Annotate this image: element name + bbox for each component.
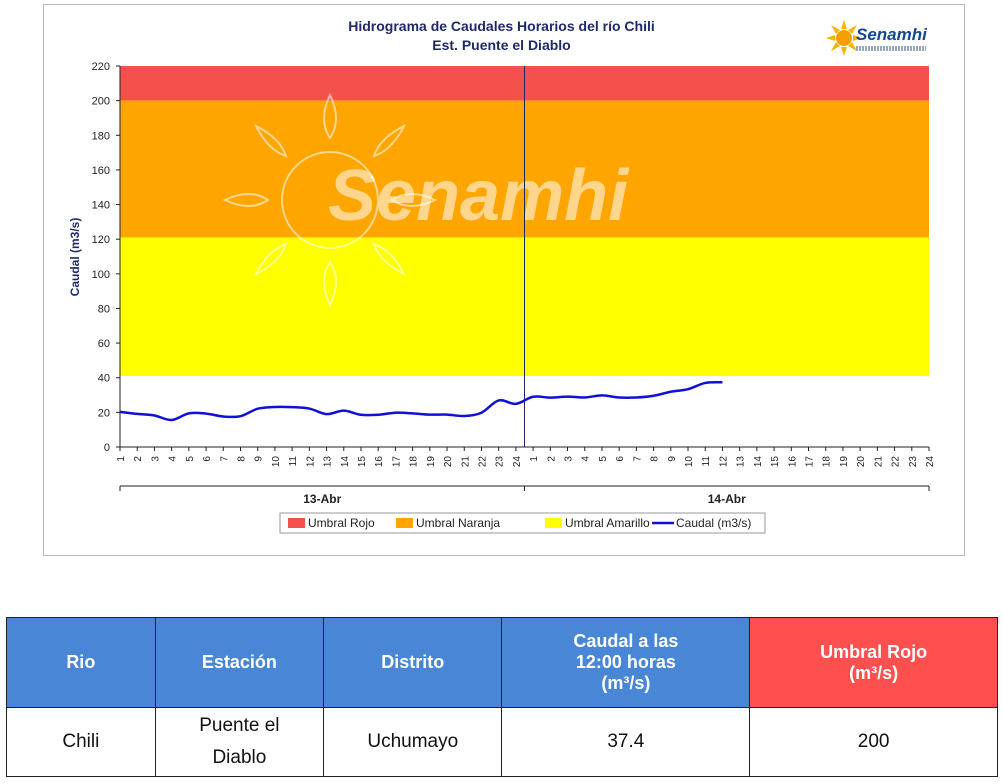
x-tick-label: 19 bbox=[426, 456, 437, 468]
x-tick-label: 14 bbox=[753, 456, 764, 468]
header-umbral-rojo: Umbral Rojo (m³/s) bbox=[749, 617, 998, 708]
x-tick-label: 12 bbox=[718, 456, 729, 468]
table-header-row: Rio Estación Distrito Caudal a las 12:00 … bbox=[6, 617, 998, 708]
legend: Umbral Rojo Umbral Naranja Umbral Amarillo… bbox=[279, 512, 766, 534]
hydrograph-chart: Senamhi 0204060801001201401601802002201 2… bbox=[68, 61, 936, 534]
legend-swatch bbox=[288, 518, 305, 528]
x-tick-label: 22 bbox=[477, 456, 488, 468]
x-tick-label: 15 bbox=[357, 456, 368, 468]
x-tick-label: 13 bbox=[736, 456, 747, 468]
x-tick-label: 21 bbox=[460, 456, 471, 468]
day-label: 14-Abr bbox=[708, 492, 746, 506]
header-caudal: Caudal a las 12:00 horas (m³/s) bbox=[501, 617, 751, 708]
x-tick-label: 1 bbox=[116, 456, 127, 462]
x-tick-label: 10 bbox=[684, 456, 695, 468]
y-tick-label: 140 bbox=[92, 200, 110, 212]
legend-swatch bbox=[545, 518, 562, 528]
x-tick-label: 12 bbox=[305, 456, 316, 468]
x-tick-label: 19 bbox=[839, 456, 850, 468]
cell-estacion: Puente el Diablo bbox=[154, 707, 325, 777]
y-axis-label: Caudal (m3/s) bbox=[68, 218, 82, 297]
x-tick-label: 24 bbox=[512, 456, 523, 468]
x-tick-label: 4 bbox=[168, 456, 179, 462]
x-tick-label: 9 bbox=[254, 456, 265, 462]
x-tick-label: 4 bbox=[581, 456, 592, 462]
x-tick-label: 16 bbox=[374, 456, 385, 468]
x-tick-label: 24 bbox=[925, 456, 936, 468]
y-tick-label: 100 bbox=[92, 269, 110, 281]
series-line-caudal bbox=[119, 380, 723, 422]
cell-distrito: Uchumayo bbox=[323, 707, 503, 777]
series-layer bbox=[119, 380, 723, 422]
station-table: Rio Estación Distrito Caudal a las 12:00 … bbox=[6, 617, 998, 777]
header-estacion: Estación bbox=[154, 617, 325, 708]
legend-label: Umbral Amarillo bbox=[565, 516, 650, 530]
x-tick-label: 6 bbox=[202, 456, 213, 462]
x-tick-label: 11 bbox=[288, 456, 299, 467]
x-tick-label: 1 bbox=[529, 456, 540, 462]
y-tick-label: 80 bbox=[98, 303, 110, 315]
legend-label: Umbral Naranja bbox=[416, 516, 500, 530]
x-tick-label: 17 bbox=[391, 456, 402, 468]
x-tick-label: 13 bbox=[323, 456, 334, 468]
x-tick-label: 7 bbox=[219, 456, 230, 462]
y-tick-label: 180 bbox=[92, 130, 110, 142]
x-tick-label: 5 bbox=[185, 456, 196, 462]
y-tick-label: 220 bbox=[92, 61, 110, 73]
day-label: 13-Abr bbox=[303, 492, 341, 506]
y-tick-label: 120 bbox=[92, 234, 110, 246]
x-tick-label: 2 bbox=[546, 456, 557, 462]
legend-label: Caudal (m3/s) bbox=[676, 516, 751, 530]
x-tick-label: 6 bbox=[615, 456, 626, 462]
x-tick-label: 8 bbox=[650, 456, 661, 462]
y-tick-label: 20 bbox=[98, 407, 110, 419]
y-tick-label: 0 bbox=[104, 442, 110, 454]
legend-label: Umbral Rojo bbox=[308, 516, 375, 530]
x-tick-label: 18 bbox=[822, 456, 833, 468]
y-tick-label: 160 bbox=[92, 165, 110, 177]
x-tick-label: 5 bbox=[598, 456, 609, 462]
y-tick-label: 200 bbox=[92, 96, 110, 108]
cell-umbral-rojo: 200 bbox=[749, 707, 998, 777]
x-tick-label: 23 bbox=[495, 456, 506, 468]
y-tick-label: 60 bbox=[98, 338, 110, 350]
x-tick-label: 7 bbox=[632, 456, 643, 462]
x-tick-label: 3 bbox=[150, 456, 161, 462]
x-tick-label: 17 bbox=[805, 456, 816, 468]
x-tick-label: 9 bbox=[667, 456, 678, 462]
x-tick-label: 2 bbox=[133, 456, 144, 462]
x-tick-label: 20 bbox=[856, 456, 867, 468]
x-tick-label: 3 bbox=[564, 456, 575, 462]
y-tick-label: 40 bbox=[98, 373, 110, 385]
x-tick-label: 22 bbox=[891, 456, 902, 468]
x-tick-label: 8 bbox=[236, 456, 247, 462]
cell-rio: Chili bbox=[6, 707, 156, 777]
header-rio: Rio bbox=[6, 617, 156, 708]
x-tick-label: 15 bbox=[770, 456, 781, 468]
legend-swatch bbox=[396, 518, 413, 528]
watermark-text: Senamhi bbox=[328, 156, 630, 236]
x-tick-label: 23 bbox=[908, 456, 919, 468]
x-tick-label: 16 bbox=[787, 456, 798, 468]
x-tick-label: 14 bbox=[340, 456, 351, 468]
x-tick-label: 18 bbox=[409, 456, 420, 468]
cell-caudal: 37.4 bbox=[501, 707, 751, 777]
x-tick-label: 10 bbox=[271, 456, 282, 468]
x-tick-label: 20 bbox=[443, 456, 454, 468]
x-tick-label: 11 bbox=[701, 456, 712, 467]
header-distrito: Distrito bbox=[323, 617, 503, 708]
table-row: Chili Puente el Diablo Uchumayo 37.4 200 bbox=[6, 707, 998, 777]
x-tick-label: 21 bbox=[873, 456, 884, 468]
